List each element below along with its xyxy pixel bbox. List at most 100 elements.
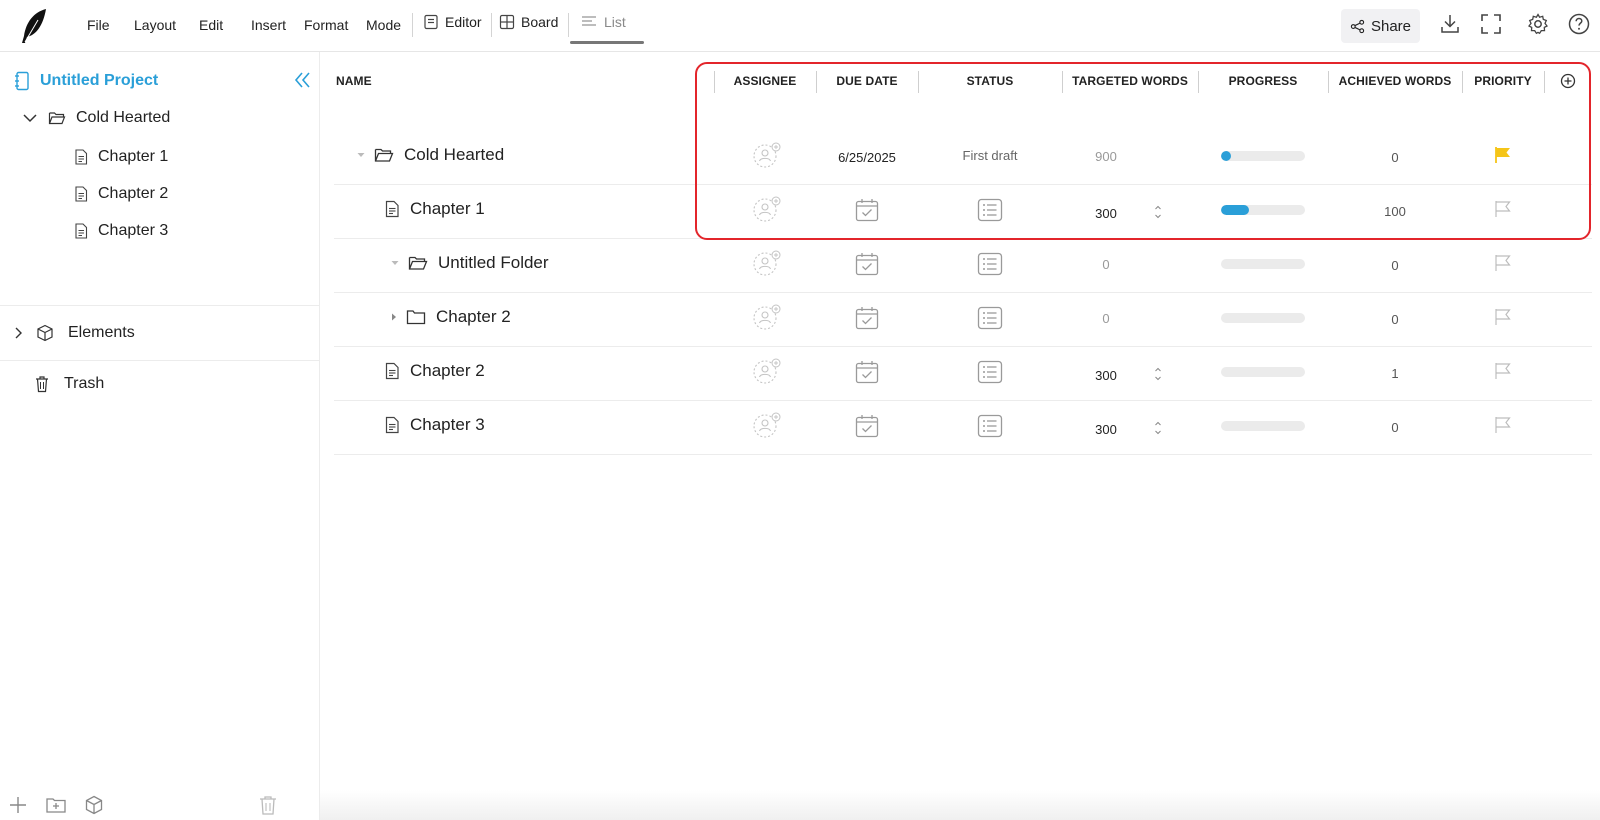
editor-view-button[interactable]: Editor xyxy=(423,14,482,30)
priority-cell[interactable] xyxy=(1462,361,1544,381)
targeted-words-stepper[interactable] xyxy=(1153,202,1163,222)
progress-fill xyxy=(1221,151,1231,161)
achieved-words-value: 100 xyxy=(1384,204,1406,219)
due-date-cell[interactable] xyxy=(816,305,918,331)
list-view-button[interactable]: List xyxy=(580,14,626,30)
table-row[interactable]: Chapter 3 300 0 xyxy=(334,400,1592,455)
project-header[interactable]: Untitled Project xyxy=(14,68,314,94)
bottom-shadow xyxy=(320,790,1600,820)
targeted-words-cell[interactable]: 900 xyxy=(1044,149,1168,164)
priority-flag-icon xyxy=(1495,255,1511,271)
expand-toggle[interactable] xyxy=(390,312,406,322)
priority-cell[interactable] xyxy=(1462,253,1544,273)
sidebar-item-chapter-1[interactable]: Chapter 1 xyxy=(74,148,168,166)
list-view-label: List xyxy=(604,14,626,30)
sidebar-item-elements[interactable]: Elements xyxy=(0,305,320,361)
status-cell[interactable] xyxy=(918,359,1062,385)
targeted-words-cell[interactable]: 0 xyxy=(1044,257,1168,272)
settings-gear-icon[interactable] xyxy=(1526,12,1550,36)
editor-icon xyxy=(424,14,438,30)
table-row[interactable]: Cold Hearted 6/25/2025 First draft 900 0 xyxy=(334,130,1592,185)
expand-toggle[interactable] xyxy=(390,259,408,267)
sidebar-item-label: Chapter 1 xyxy=(98,148,169,165)
sidebar-item-chapter-2[interactable]: Chapter 2 xyxy=(74,185,168,203)
row-name-cell[interactable]: Chapter 2 xyxy=(390,307,511,327)
quill-logo-icon[interactable] xyxy=(16,6,52,46)
add-folder-icon[interactable] xyxy=(45,794,67,816)
progress-bar xyxy=(1221,313,1305,323)
row-name-cell[interactable]: Untitled Folder xyxy=(390,253,549,273)
table-row[interactable]: Untitled Folder 0 0 xyxy=(334,238,1592,293)
achieved-words-cell: 0 xyxy=(1328,150,1462,165)
column-header-due-date[interactable]: DUE DATE xyxy=(816,74,918,88)
table-row[interactable]: Chapter 2 300 1 xyxy=(334,346,1592,401)
targeted-words-cell[interactable]: 300 xyxy=(1044,206,1168,221)
priority-cell[interactable] xyxy=(1462,415,1544,435)
collapse-sidebar-icon[interactable] xyxy=(290,68,314,92)
status-cell[interactable] xyxy=(918,413,1062,439)
targeted-words-stepper[interactable] xyxy=(1153,418,1163,438)
fullscreen-icon[interactable] xyxy=(1479,12,1503,36)
status-list-icon xyxy=(977,414,1003,438)
column-header-status[interactable]: STATUS xyxy=(918,74,1062,88)
row-name-cell[interactable]: Cold Hearted xyxy=(356,145,504,165)
row-name-cell[interactable]: Chapter 1 xyxy=(384,199,485,219)
trash-bin-icon[interactable] xyxy=(257,794,279,816)
column-header-targeted-words[interactable]: TARGETED WORDS xyxy=(1062,74,1198,88)
status-cell[interactable]: First draft xyxy=(918,148,1062,163)
targeted-words-value: 0 xyxy=(1102,257,1110,272)
due-date-cell[interactable]: 6/25/2025 xyxy=(816,150,918,165)
menu-format[interactable]: Format xyxy=(304,17,348,33)
targeted-words-cell[interactable]: 300 xyxy=(1044,422,1168,437)
targeted-words-cell[interactable]: 0 xyxy=(1044,311,1168,326)
due-date-cell[interactable] xyxy=(816,359,918,385)
row-name-cell[interactable]: Chapter 2 xyxy=(384,361,485,381)
assignee-cell[interactable] xyxy=(716,141,818,171)
assignee-cell[interactable] xyxy=(716,249,818,279)
menu-mode[interactable]: Mode xyxy=(366,17,401,33)
sidebar-item-cold-hearted[interactable]: Cold Hearted xyxy=(22,109,170,127)
row-name-cell[interactable]: Chapter 3 xyxy=(384,415,485,435)
due-date-cell[interactable] xyxy=(816,197,918,223)
menu-layout[interactable]: Layout xyxy=(134,17,176,33)
menu-edit[interactable]: Edit xyxy=(199,17,223,33)
menu-file[interactable]: File xyxy=(87,17,110,33)
due-date-cell[interactable] xyxy=(816,413,918,439)
chevron-right-icon[interactable] xyxy=(14,326,24,340)
column-header-achieved-words[interactable]: ACHIEVED WORDS xyxy=(1328,74,1462,88)
status-cell[interactable] xyxy=(918,305,1062,331)
sidebar-item-trash[interactable]: Trash xyxy=(34,375,104,393)
add-icon[interactable] xyxy=(7,794,29,816)
status-cell[interactable] xyxy=(918,197,1062,223)
add-element-cube-icon[interactable] xyxy=(83,794,105,816)
assignee-cell[interactable] xyxy=(716,411,818,441)
help-icon[interactable] xyxy=(1567,12,1591,36)
chevron-down-icon[interactable] xyxy=(22,110,38,126)
download-icon[interactable] xyxy=(1438,12,1462,36)
status-cell[interactable] xyxy=(918,251,1062,277)
assignee-cell[interactable] xyxy=(716,303,818,333)
priority-cell[interactable] xyxy=(1462,199,1544,219)
table-row[interactable]: Chapter 2 0 0 xyxy=(334,292,1592,347)
column-header-assignee[interactable]: ASSIGNEE xyxy=(714,74,816,88)
assignee-cell[interactable] xyxy=(716,357,818,387)
add-column-icon[interactable] xyxy=(1560,73,1576,89)
table-row[interactable]: Chapter 1 300 100 xyxy=(334,184,1592,239)
due-date-cell[interactable] xyxy=(816,251,918,277)
column-header-priority[interactable]: PRIORITY xyxy=(1462,74,1544,88)
sidebar: Untitled Project Cold Hearted Chapter 1 … xyxy=(0,52,320,820)
column-divider[interactable] xyxy=(1544,71,1545,93)
expand-toggle[interactable] xyxy=(356,151,374,159)
share-button[interactable]: Share xyxy=(1341,9,1420,43)
column-header-progress[interactable]: PROGRESS xyxy=(1198,74,1328,88)
sidebar-item-chapter-3[interactable]: Chapter 3 xyxy=(74,222,168,240)
priority-cell[interactable] xyxy=(1462,307,1544,327)
priority-cell[interactable] xyxy=(1462,145,1544,165)
column-header-name[interactable]: NAME xyxy=(336,74,372,88)
targeted-words-cell[interactable]: 300 xyxy=(1044,368,1168,383)
targeted-words-stepper[interactable] xyxy=(1153,364,1163,384)
menu-insert[interactable]: Insert xyxy=(251,17,286,33)
assignee-cell[interactable] xyxy=(716,195,818,225)
targeted-words-value: 300 xyxy=(1095,206,1117,221)
board-view-button[interactable]: Board xyxy=(499,14,558,30)
